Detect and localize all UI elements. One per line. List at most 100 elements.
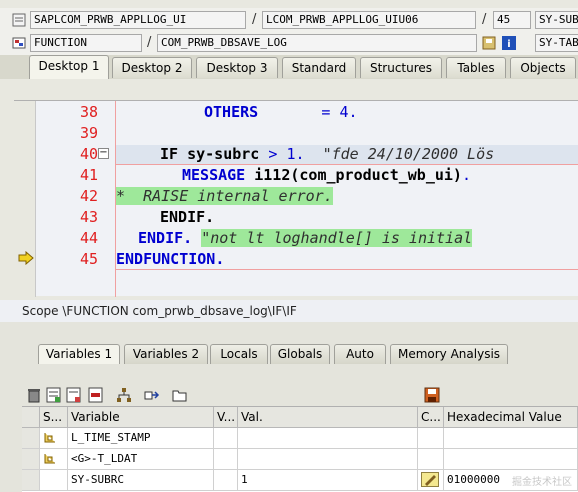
value-cell[interactable] — [238, 428, 418, 449]
code-line-43: ENDIF. — [160, 208, 215, 226]
line-number: 42 — [79, 187, 98, 205]
tab-tables[interactable]: Tables — [446, 57, 506, 78]
program-info-bar: SAPLCOM_PRWB_APPLLOG_UI / LCOM_PRWB_APPL… — [0, 8, 578, 32]
hex-cell — [444, 428, 578, 449]
column-header-change[interactable]: C... — [418, 407, 444, 428]
include-field: LCOM_PRWB_APPLLOG_UIU06 — [262, 11, 476, 29]
tab-memory-analysis[interactable]: Memory Analysis — [390, 344, 508, 364]
change-cell — [418, 449, 444, 470]
v-cell — [214, 470, 238, 491]
operator: = — [321, 103, 331, 121]
tab-standard[interactable]: Standard — [282, 57, 356, 78]
struct-icon — [40, 428, 68, 449]
tab-desktop-3[interactable]: Desktop 3 — [196, 57, 278, 78]
message-call: i112(com_product_wb_ui) — [254, 166, 462, 184]
number-literal: 4 — [339, 103, 349, 121]
keyword: IF — [160, 145, 179, 163]
tab-objects[interactable]: Objects — [510, 57, 576, 78]
variable-cell[interactable]: <G>-T_LDAT — [68, 449, 214, 470]
program-icon — [12, 13, 26, 27]
event-type-field: FUNCTION — [30, 34, 142, 52]
variables-grid: S... Variable V... Val. C... Hexadecimal… — [22, 406, 578, 492]
line-number: 40 — [79, 145, 98, 163]
code-line-40: IF sy-subrc > 1. "fde 24/10/2000 Lös — [160, 145, 494, 163]
line-number: 43 — [79, 208, 98, 226]
current-line-arrow-icon — [18, 250, 34, 268]
breakpoint-gutter[interactable] — [14, 101, 36, 297]
change-cell — [418, 470, 444, 491]
period: . — [295, 145, 305, 163]
tab-auto[interactable]: Auto — [334, 344, 386, 364]
scope-bar: Scope \FUNCTION com_prwb_dbsave_log\IF\I… — [0, 300, 578, 322]
line-number: 44 — [79, 229, 98, 247]
status-cell — [40, 470, 68, 491]
tab-variables-1[interactable]: Variables 1 — [38, 344, 120, 364]
row-selector[interactable] — [22, 449, 40, 470]
column-header-hex[interactable]: Hexadecimal Value — [444, 407, 578, 428]
export-icon[interactable] — [66, 387, 82, 403]
line-number: 45 — [79, 250, 98, 268]
comment: "fde 24/10/2000 Lös — [322, 145, 495, 163]
column-header-status[interactable]: S... — [40, 407, 68, 428]
line-field: 45 — [493, 11, 531, 29]
import-icon[interactable] — [46, 387, 62, 403]
hierarchy-icon[interactable] — [116, 387, 132, 403]
sy-subrc-field: SY-SUBRC — [535, 11, 578, 29]
code-line-41: MESSAGE i112(com_product_wb_ui). — [182, 166, 471, 184]
program-field: SAPLCOM_PRWB_APPLLOG_UI — [30, 11, 246, 29]
tab-desktop-2[interactable]: Desktop 2 — [112, 57, 192, 78]
tab-variables-2[interactable]: Variables 2 — [124, 344, 208, 364]
function-icon — [12, 36, 26, 50]
code-line-38: OTHERS = 4. — [204, 103, 358, 121]
svg-text:i: i — [507, 39, 510, 50]
sy-tabix-field: SY-TABIX — [535, 34, 578, 52]
delete-icon[interactable] — [26, 387, 42, 403]
line-number: 39 — [79, 124, 98, 142]
collapse-toggle[interactable]: − — [98, 148, 109, 159]
row-selector[interactable] — [22, 428, 40, 449]
delete-row-icon[interactable] — [88, 387, 104, 403]
period: . — [461, 166, 471, 184]
column-header-value[interactable]: Val. — [238, 407, 418, 428]
separator: / — [147, 35, 152, 50]
folder-icon[interactable] — [172, 387, 188, 403]
tab-locals[interactable]: Locals — [210, 344, 268, 364]
code-line-44: ENDIF. "not lt loghandle[] is initial — [138, 229, 473, 247]
change-cell — [418, 428, 444, 449]
struct-icon — [40, 449, 68, 470]
save-variant-icon[interactable] — [482, 36, 496, 50]
variable: sy-subrc — [187, 145, 260, 163]
keyword: MESSAGE — [182, 166, 246, 184]
watermark: 掘金技术社区 — [512, 477, 572, 488]
line-number: 38 — [79, 103, 98, 121]
save-icon[interactable] — [424, 387, 440, 403]
keyword: ENDIF. — [138, 229, 193, 247]
navigate-icon[interactable] — [144, 387, 160, 403]
row-selector[interactable] — [22, 470, 40, 491]
keyword: OTHERS — [204, 103, 259, 121]
operator: > — [268, 145, 278, 163]
separator: / — [252, 12, 257, 27]
column-header-v[interactable]: V... — [214, 407, 238, 428]
line-separator — [116, 269, 578, 270]
tab-globals[interactable]: Globals — [270, 344, 330, 364]
line-number: 41 — [79, 166, 98, 184]
code-line-42: * RAISE internal error. — [116, 187, 333, 205]
info-icon[interactable]: i — [502, 36, 516, 50]
value-cell[interactable] — [238, 449, 418, 470]
separator: / — [482, 12, 487, 27]
value-cell[interactable]: 1 — [238, 470, 418, 491]
edit-pencil-icon[interactable] — [421, 472, 439, 487]
event-info-bar: FUNCTION / COM_PRWB_DBSAVE_LOG i SY-TABI… — [0, 31, 578, 55]
v-cell — [214, 449, 238, 470]
column-header-variable[interactable]: Variable — [68, 407, 214, 428]
variable-cell[interactable]: L_TIME_STAMP — [68, 428, 214, 449]
tab-desktop-1[interactable]: Desktop 1 — [29, 55, 109, 79]
hex-cell — [444, 449, 578, 470]
comment: "not lt loghandle[] is initial — [201, 229, 473, 247]
code-line-45: ENDFUNCTION. — [116, 250, 225, 268]
variable-cell[interactable]: SY-SUBRC — [68, 470, 214, 491]
tab-structures[interactable]: Structures — [360, 57, 442, 78]
source-code-editor[interactable]: − 38 39 40 41 42 43 44 45 OTHERS = 4. IF… — [14, 100, 578, 297]
period: . — [348, 103, 358, 121]
